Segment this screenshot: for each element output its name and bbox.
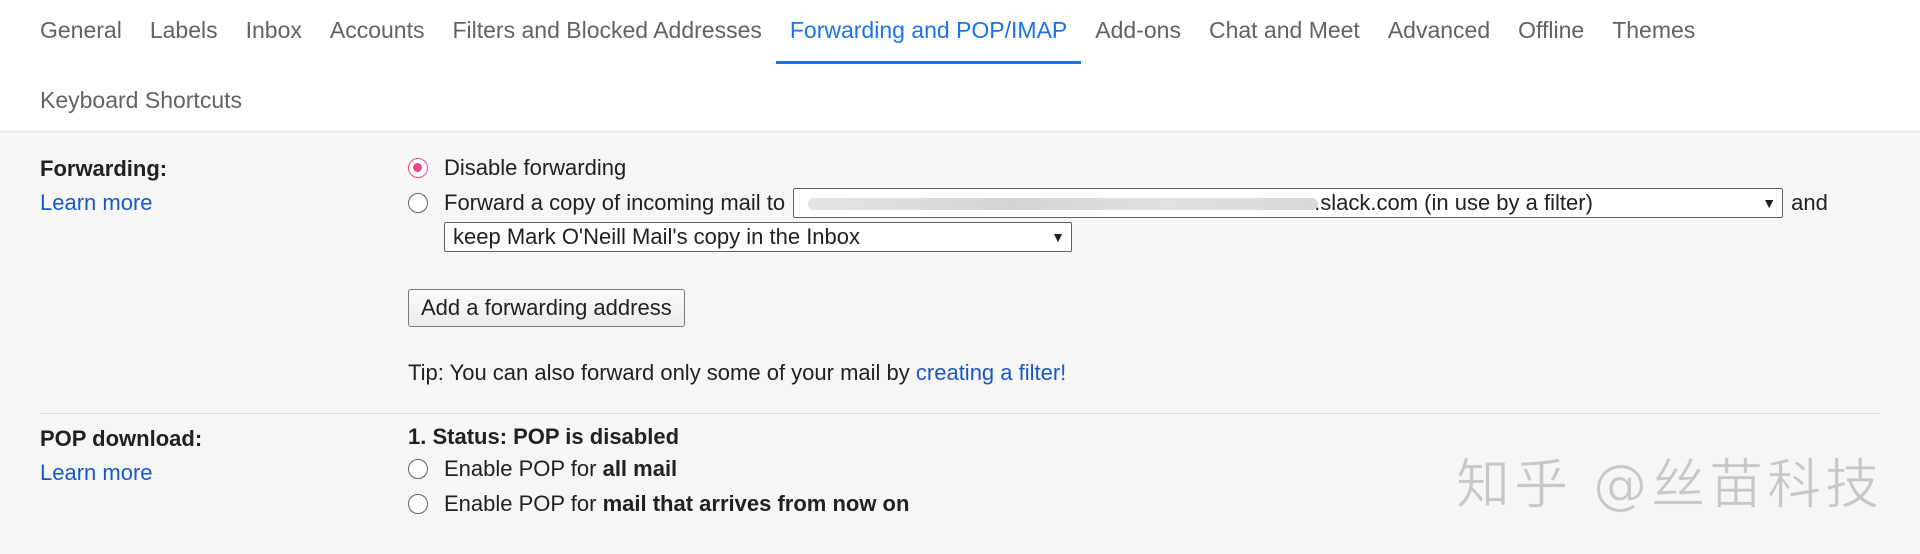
tab-general[interactable]: General <box>0 0 136 60</box>
tab-keyboard-shortcuts[interactable]: Keyboard Shortcuts <box>0 70 256 130</box>
tab-add-ons[interactable]: Add-ons <box>1081 0 1195 60</box>
forwarding-label: Forwarding: <box>40 156 168 181</box>
tab-offline[interactable]: Offline <box>1504 0 1598 60</box>
tab-forwarding-pop-imap[interactable]: Forwarding and POP/IMAP <box>775 0 1082 64</box>
forwarding-learn-more-link[interactable]: Learn more <box>40 190 153 216</box>
enable-pop-all-label: all mail <box>602 456 678 481</box>
and-text: and <box>1791 190 1828 215</box>
watermark-text: 知乎 @丝苗科技 <box>1455 453 1884 517</box>
pop-status: 1. Status: POP is disabled <box>408 424 680 449</box>
enable-pop-all-row: Enable POP for all mail <box>408 452 677 486</box>
tab-row-1: General Labels Inbox Accounts Filters an… <box>0 0 1709 64</box>
enable-pop-now-row: Enable POP for mail that arrives from no… <box>408 487 909 521</box>
tab-inbox[interactable]: Inbox <box>232 0 316 60</box>
disable-forwarding-radio[interactable] <box>408 158 428 178</box>
enable-pop-now-prefix: Enable POP for <box>444 491 603 516</box>
creating-filter-link[interactable]: creating a filter! <box>916 360 1066 385</box>
enable-pop-all-prefix: Enable POP for <box>444 456 603 481</box>
disable-forwarding-row: Disable forwarding <box>408 151 626 185</box>
forward-copy-label: Forward a copy of incoming mail to <box>444 190 786 215</box>
tab-row-2: Keyboard Shortcuts <box>0 70 256 130</box>
tab-advanced[interactable]: Advanced <box>1374 0 1504 60</box>
forward-copy-row: Forward a copy of incoming mail to .slac… <box>408 186 1828 220</box>
tab-labels[interactable]: Labels <box>136 0 232 60</box>
forward-address-select[interactable]: .slack.com (in use by a filter) ▼ <box>793 188 1784 218</box>
tab-filters[interactable]: Filters and Blocked Addresses <box>438 0 775 60</box>
forward-copy-radio[interactable] <box>408 193 428 213</box>
keep-copy-value: keep Mark O'Neill Mail's copy in the Inb… <box>453 224 861 249</box>
section-divider <box>40 413 1880 414</box>
keep-copy-row: keep Mark O'Neill Mail's copy in the Inb… <box>444 220 1072 254</box>
forward-address-value: .slack.com (in use by a filter) <box>1314 190 1593 215</box>
forwarding-tip: Tip: You can also forward only some of y… <box>408 360 1066 386</box>
chevron-down-icon: ▼ <box>1762 195 1777 211</box>
forwarding-section: Forwarding: Learn more Disable forwardin… <box>40 150 1880 414</box>
tab-chat-and-meet[interactable]: Chat and Meet <box>1195 0 1374 60</box>
add-forwarding-address-button[interactable]: Add a forwarding address <box>408 289 685 327</box>
keep-copy-select[interactable]: keep Mark O'Neill Mail's copy in the Inb… <box>444 222 1072 252</box>
settings-tabs: General Labels Inbox Accounts Filters an… <box>0 0 1920 131</box>
enable-pop-now-radio[interactable] <box>408 494 428 514</box>
pop-download-label: POP download: <box>40 426 203 451</box>
enable-pop-now-label: mail that arrives from now on <box>602 491 910 516</box>
tab-themes[interactable]: Themes <box>1598 0 1709 60</box>
tip-text: Tip: You can also forward only some of y… <box>408 360 916 385</box>
forwarding-options: Disable forwarding Forward a copy of inc… <box>408 150 1880 414</box>
enable-pop-all-radio[interactable] <box>408 459 428 479</box>
chevron-down-icon: ▼ <box>1051 229 1065 245</box>
redacted-email <box>808 198 1319 210</box>
disable-forwarding-label: Disable forwarding <box>444 155 627 180</box>
tabs-divider <box>0 131 1920 132</box>
tab-accounts[interactable]: Accounts <box>316 0 439 60</box>
pop-learn-more-link[interactable]: Learn more <box>40 460 153 486</box>
